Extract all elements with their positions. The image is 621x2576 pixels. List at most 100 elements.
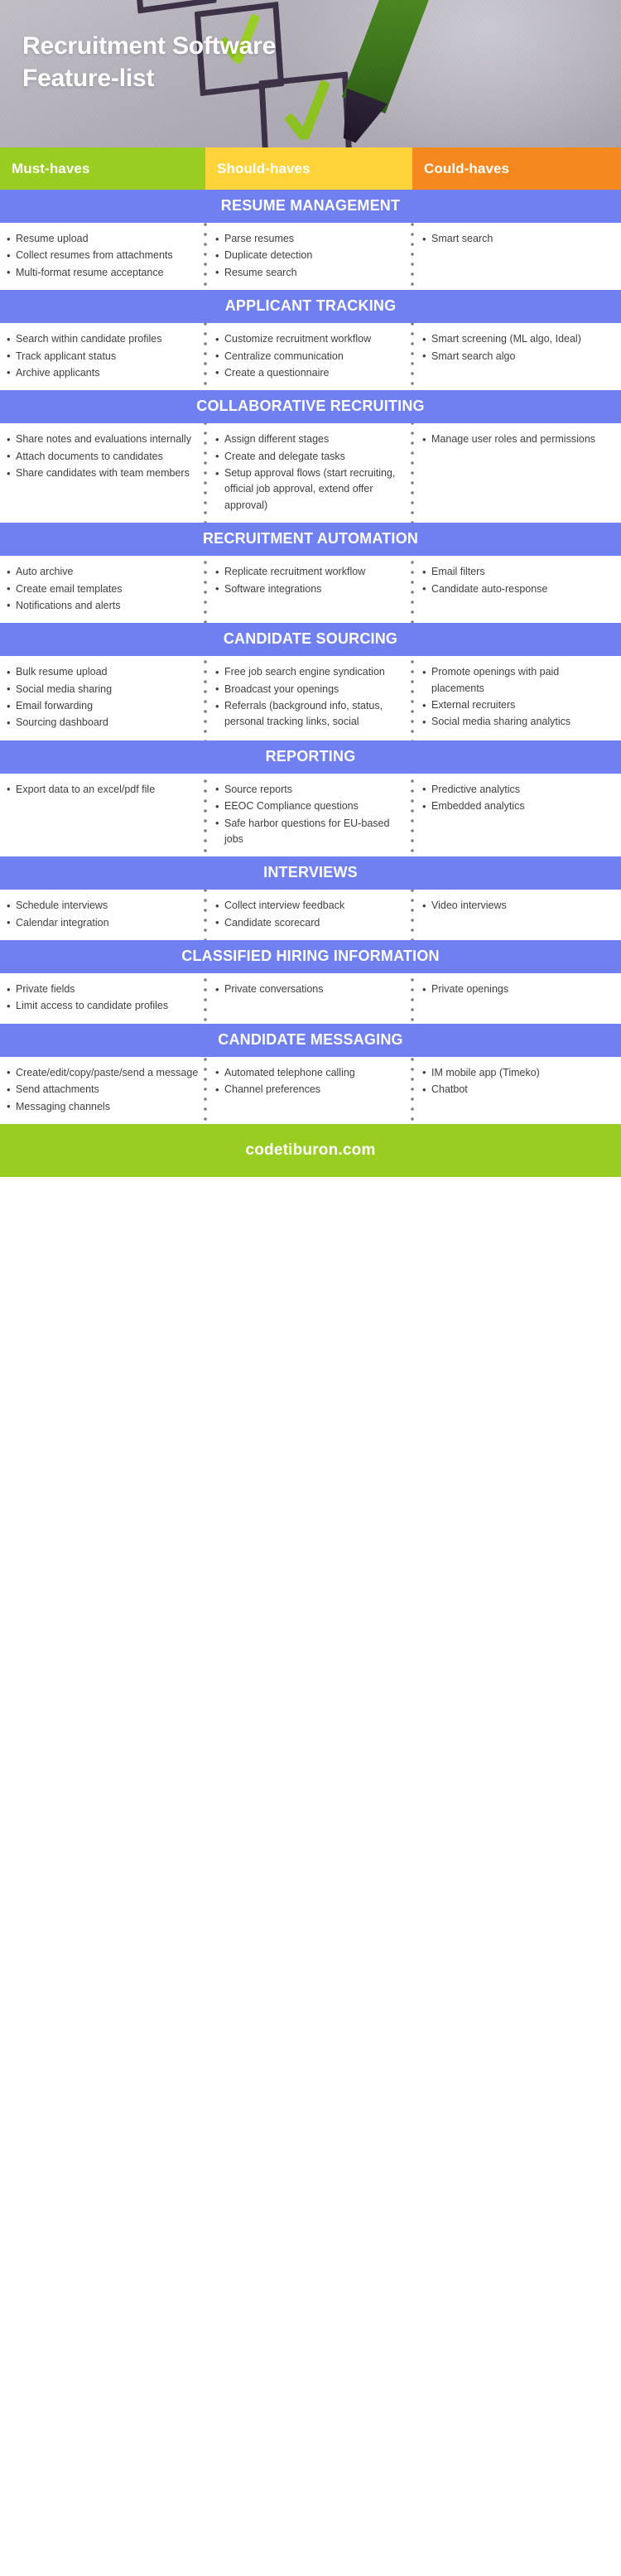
website-link[interactable]: codetiburon.com xyxy=(245,1141,375,1160)
feature-column-could: Manage user roles and permissions xyxy=(412,430,621,514)
feature-list-item: Attach documents to candidates xyxy=(7,448,199,466)
feature-column-could: IM mobile app (Timeko)Chatbot xyxy=(412,1064,621,1116)
section-body: Schedule interviewsCalendar integrationC… xyxy=(0,890,621,940)
feature-list-item: Video interviews xyxy=(422,898,613,915)
section-body: Export data to an excel/pdf file Source r… xyxy=(0,773,621,857)
feature-list-item: Limit access to candidate profiles xyxy=(7,998,199,1015)
feature-section: CANDIDATE MESSAGING Create/edit/copy/past… xyxy=(0,1023,621,1124)
feature-list: Assign different stagesCreate and delega… xyxy=(215,432,404,514)
section-title: COLLABORATIVE RECRUITING xyxy=(0,390,621,424)
feature-list-item: Messaging channels xyxy=(7,1098,199,1116)
section-title: RECRUITMENT AUTOMATION xyxy=(0,523,621,557)
feature-list: Parse resumesDuplicate detectionResume s… xyxy=(215,230,404,282)
section-body: Private fieldsLimit access to candidate … xyxy=(0,973,621,1024)
section-title: CANDIDATE MESSAGING xyxy=(0,1023,621,1057)
feature-list-item: Channel preferences xyxy=(215,1082,404,1099)
feature-list-item: Safe harbor questions for EU-based jobs xyxy=(215,815,404,848)
feature-column-could: Smart screening (ML algo, Ideal)Smart se… xyxy=(412,330,621,382)
feature-section: REPORTINGExport data to an excel/pdf fil… xyxy=(0,740,621,857)
feature-list-item: Export data to an excel/pdf file xyxy=(7,781,199,798)
feature-list-item: Customize recruitment workflow xyxy=(215,331,404,349)
feature-list-item: IM mobile app (Timeko) xyxy=(422,1064,613,1082)
infographic-root: Recruitment Software Feature-list Must-h… xyxy=(0,0,621,1177)
section-body: Create/edit/copy/paste/send a messageSen… xyxy=(0,1056,621,1124)
feature-column-must: Search within candidate profilesTrack ap… xyxy=(0,330,205,382)
category-must-haves: Must-haves xyxy=(0,147,205,190)
feature-list-item: Sourcing dashboard xyxy=(7,715,199,732)
feature-list-item: Predictive analytics xyxy=(422,781,613,798)
feature-list-item: Auto archive xyxy=(7,564,199,581)
feature-list-item: Source reports xyxy=(215,781,404,798)
feature-list-item: Parse resumes xyxy=(215,230,404,248)
feature-list-item: Private openings xyxy=(422,981,613,998)
feature-list-item: Share notes and evaluations internally xyxy=(7,432,199,449)
feature-list-item: Embedded analytics xyxy=(422,798,613,816)
footer: codetiburon.com xyxy=(0,1123,621,1177)
feature-list: Video interviews xyxy=(422,898,613,915)
feature-column-must: Schedule interviewsCalendar integration xyxy=(0,896,205,932)
feature-section: APPLICANT TRACKING Search within candidat… xyxy=(0,290,621,391)
feature-list-item: Private conversations xyxy=(215,981,404,998)
feature-column-should: Private conversations xyxy=(205,980,412,1015)
feature-list-item: Setup approval flows (start recruiting, … xyxy=(215,465,404,514)
feature-list-item: Collect interview feedback xyxy=(215,898,404,915)
feature-column-could: Predictive analyticsEmbedded analytics xyxy=(412,780,621,849)
feature-column-could: Private openings xyxy=(412,980,621,1015)
feature-list-item: Bulk resume upload xyxy=(7,664,199,682)
feature-sections: RESUME MANAGEMENT Resume uploadCollect re… xyxy=(0,190,621,1124)
section-body: Resume uploadCollect resumes from attach… xyxy=(0,223,621,291)
feature-list-item: Search within candidate profiles xyxy=(7,331,199,349)
feature-list-item: Smart search xyxy=(422,230,613,248)
feature-list-item: Resume search xyxy=(215,264,404,282)
feature-list: Auto archiveCreate email templatesNotifi… xyxy=(7,564,199,615)
feature-list-item: Create a questionnaire xyxy=(215,364,404,382)
feature-column-could: Email filtersCandidate auto-response xyxy=(412,562,621,615)
feature-list: Smart screening (ML algo, Ideal)Smart se… xyxy=(422,331,613,365)
feature-list-item: Referrals (background info, status, pers… xyxy=(215,698,404,731)
feature-column-must: Bulk resume uploadSocial media sharingEm… xyxy=(0,663,205,732)
feature-list: Replicate recruitment workflowSoftware i… xyxy=(215,564,404,598)
feature-list-item: Assign different stages xyxy=(215,432,404,449)
feature-column-should: Free job search engine syndicationBroadc… xyxy=(205,663,412,732)
feature-list-item: Share candidates with team members xyxy=(7,465,199,482)
feature-list-item: Broadcast your openings xyxy=(215,681,404,698)
hero-header: Recruitment Software Feature-list xyxy=(0,0,621,147)
feature-section: CANDIDATE SOURCINGBulk resume uploadSoci… xyxy=(0,623,621,740)
feature-section: RECRUITMENT AUTOMATION Auto archiveCreate… xyxy=(0,523,621,624)
feature-list-item: Create and delegate tasks xyxy=(215,448,404,466)
feature-list-item: Create email templates xyxy=(7,581,199,598)
feature-list-item: Duplicate detection xyxy=(215,248,404,265)
category-should-haves: Should-haves xyxy=(205,147,412,190)
feature-list-item: Calendar integration xyxy=(7,914,199,932)
feature-column-could: Smart search xyxy=(412,229,621,282)
feature-list: Search within candidate profilesTrack ap… xyxy=(7,331,199,382)
feature-list: Smart search xyxy=(422,230,613,248)
section-title: INTERVIEWS xyxy=(0,856,621,890)
feature-list-item: Manage user roles and permissions xyxy=(422,432,613,449)
feature-list-item: Automated telephone calling xyxy=(215,1064,404,1082)
feature-list-item: Social media sharing analytics xyxy=(422,714,613,731)
feature-list: Create/edit/copy/paste/send a messageSen… xyxy=(7,1064,199,1116)
feature-list: Promote openings with paid placementsExt… xyxy=(422,664,613,731)
section-body: Search within candidate profilesTrack ap… xyxy=(0,323,621,391)
feature-column-must: Export data to an excel/pdf file xyxy=(0,780,205,849)
feature-column-should: Replicate recruitment workflowSoftware i… xyxy=(205,562,412,615)
feature-column-must: Private fieldsLimit access to candidate … xyxy=(0,980,205,1015)
section-title: RESUME MANAGEMENT xyxy=(0,190,621,223)
green-marker-pen-icon xyxy=(341,0,431,114)
feature-column-could: Promote openings with paid placementsExt… xyxy=(412,663,621,732)
feature-list-item: Candidate scorecard xyxy=(215,914,404,932)
feature-column-should: Collect interview feedbackCandidate scor… xyxy=(205,896,412,932)
feature-list: Schedule interviewsCalendar integration xyxy=(7,898,199,932)
feature-list: Free job search engine syndicationBroadc… xyxy=(215,664,404,731)
feature-section: RESUME MANAGEMENT Resume uploadCollect re… xyxy=(0,190,621,291)
feature-list-item: Centralize communication xyxy=(215,348,404,365)
feature-list-item: Smart search algo xyxy=(422,348,613,365)
feature-list-item: Chatbot xyxy=(422,1082,613,1099)
feature-list-item: Track applicant status xyxy=(7,348,199,365)
feature-list-item: Social media sharing xyxy=(7,681,199,698)
feature-list: Source reportsEEOC Compliance questionsS… xyxy=(215,781,404,848)
feature-list: Private openings xyxy=(422,981,613,998)
feature-column-could: Video interviews xyxy=(412,896,621,932)
feature-list-item: Software integrations xyxy=(215,581,404,598)
